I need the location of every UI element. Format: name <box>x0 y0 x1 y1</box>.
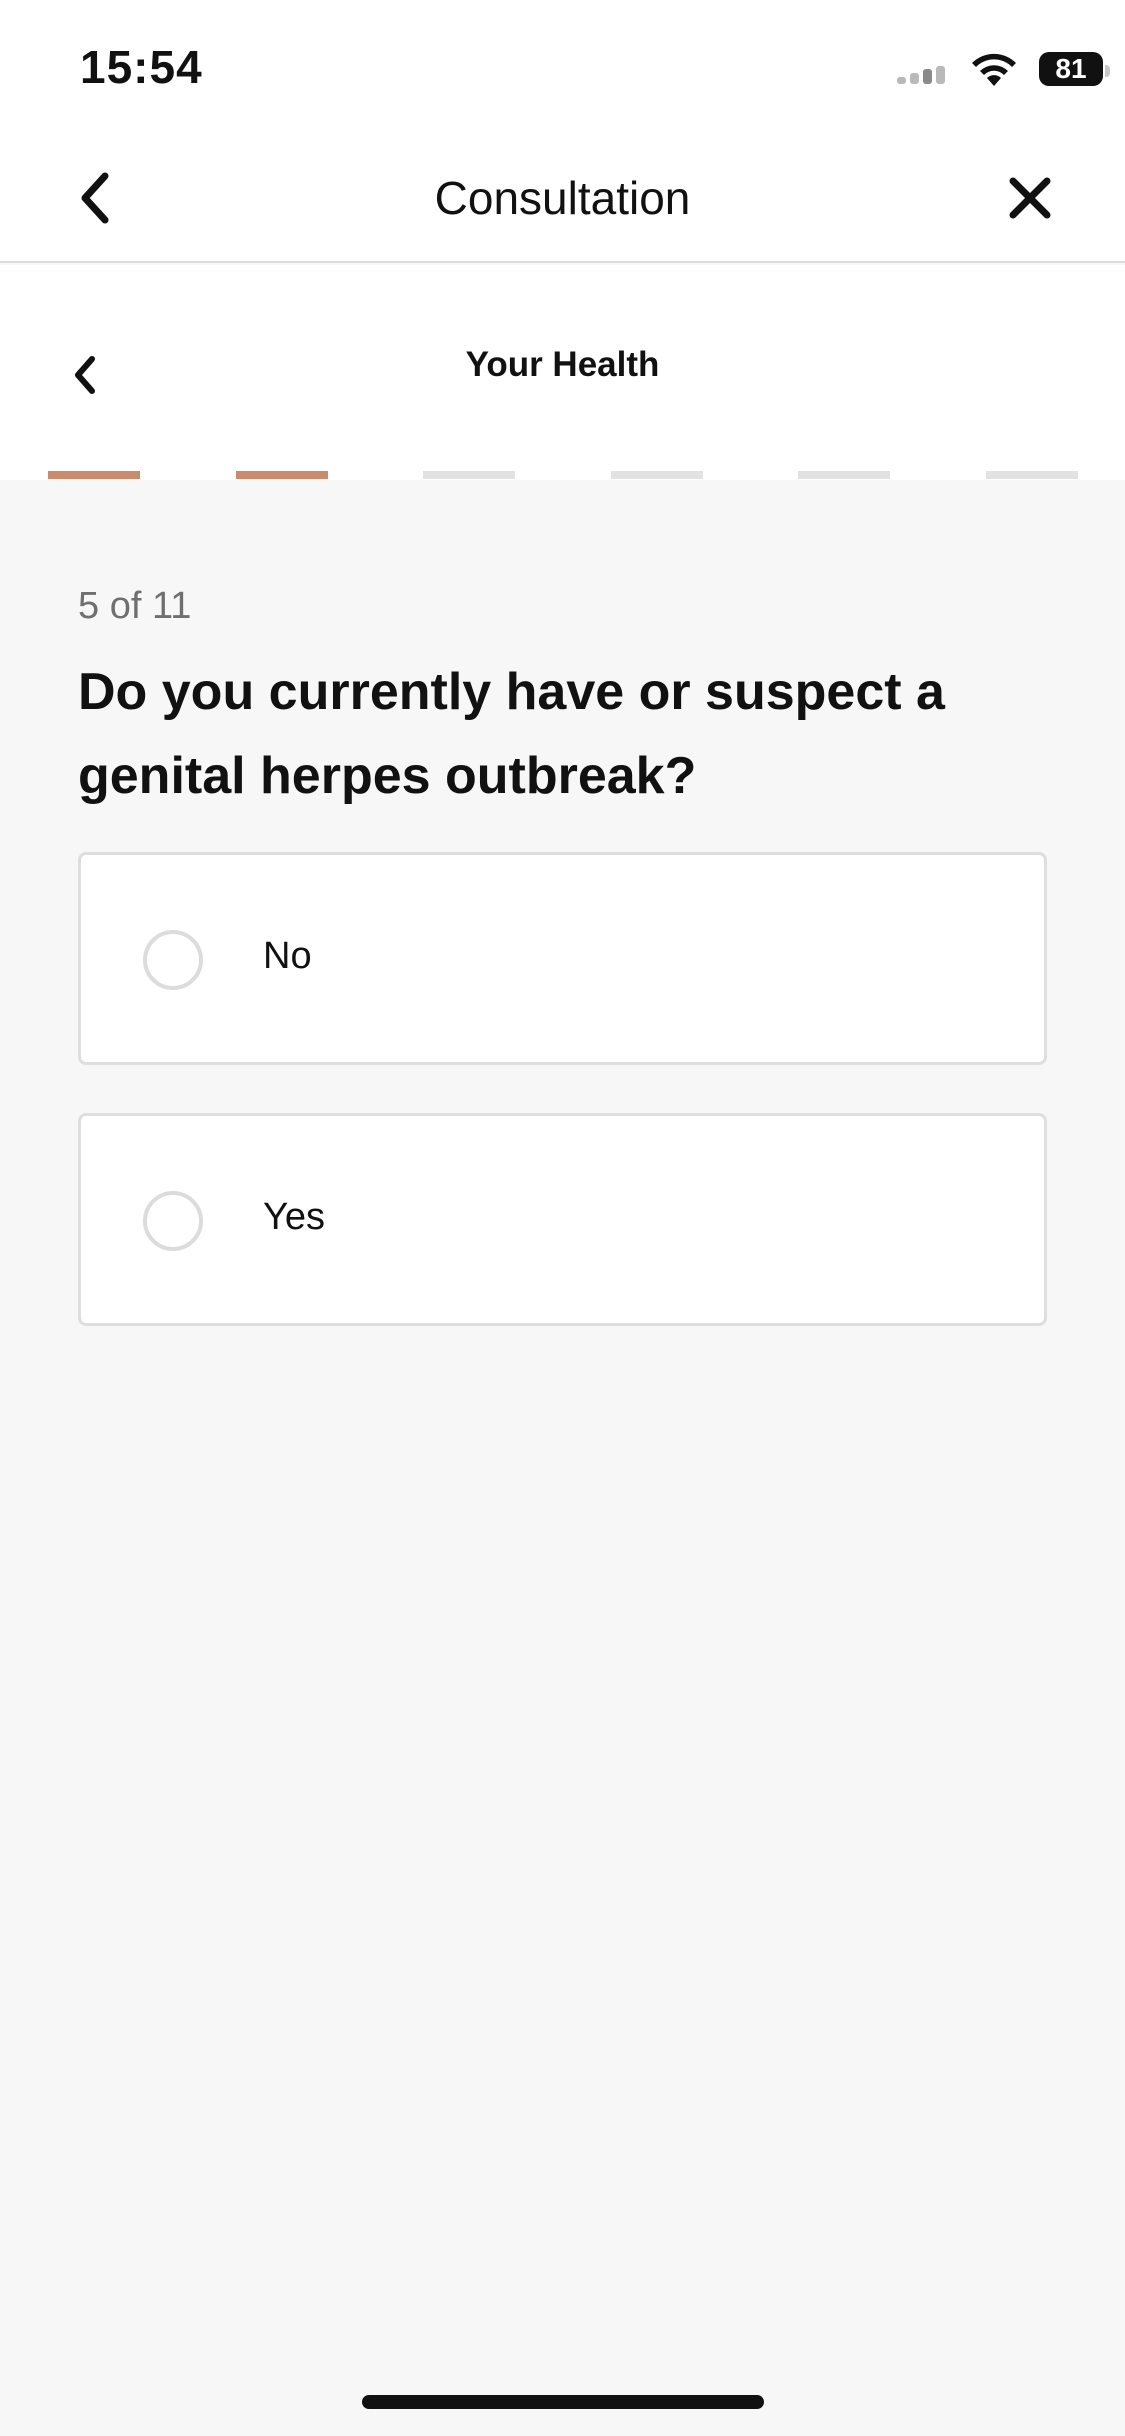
option-no[interactable]: No <box>78 852 1047 1065</box>
close-button[interactable] <box>995 163 1065 233</box>
option-label: Yes <box>263 1196 325 1238</box>
page-title: Consultation <box>434 172 691 224</box>
wifi-icon <box>972 53 1016 86</box>
nav-bar: Consultation <box>0 135 1125 263</box>
section-title: Your Health <box>465 345 660 384</box>
question-text: Do you currently have or suspect a genit… <box>78 663 945 805</box>
close-icon <box>1009 177 1051 219</box>
status-time: 15:54 <box>80 41 203 93</box>
battery-icon: 81 <box>1039 52 1110 86</box>
progress-segment <box>48 471 140 479</box>
battery-level: 81 <box>1055 53 1087 84</box>
radio-button[interactable] <box>143 1191 203 1251</box>
section-header: Your Health <box>0 265 1125 480</box>
progress-segment <box>985 471 1078 479</box>
progress-segment <box>423 471 516 479</box>
progress-segment <box>235 471 328 479</box>
status-bar: 15:54 81 <box>0 0 1125 135</box>
home-indicator[interactable] <box>362 2395 764 2409</box>
option-label: No <box>263 935 312 977</box>
progress-bar <box>48 471 1078 479</box>
option-yes[interactable]: Yes <box>78 1113 1047 1326</box>
radio-button[interactable] <box>143 930 203 990</box>
progress-segment <box>798 471 891 479</box>
step-counter: 5 of 11 <box>78 585 192 627</box>
signal-icon <box>897 66 949 84</box>
progress-segment <box>610 471 703 479</box>
